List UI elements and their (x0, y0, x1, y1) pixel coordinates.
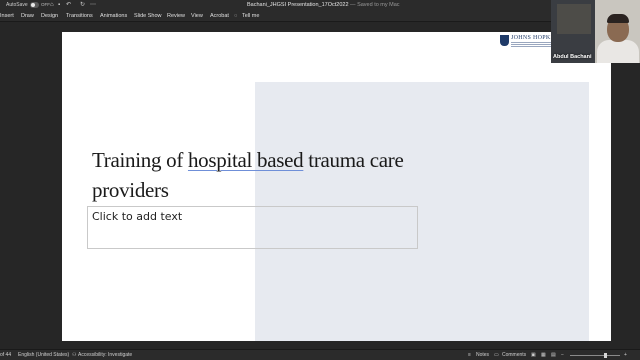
more-icon[interactable]: ⋯ (90, 1, 96, 9)
redo-icon[interactable]: ↻ (80, 1, 85, 9)
background-shelf (557, 4, 591, 34)
zoom-slider-thumb[interactable] (604, 353, 607, 358)
home-icon[interactable]: ⌂ (50, 1, 54, 9)
status-bar: of 44 English (United States) ⚇ Accessib… (0, 349, 640, 360)
zoom-out-icon[interactable]: − (561, 352, 564, 358)
title-underlined-text: hospital based (187, 148, 304, 172)
tab-insert[interactable]: Insert (0, 13, 14, 19)
participant-name: Abdul Bachani (553, 54, 592, 60)
accessibility-icon: ⚇ (72, 352, 77, 358)
text-placeholder[interactable]: Click to add text (87, 206, 418, 249)
document-status: — Saved to my Mac (348, 2, 400, 8)
notes-icon: ≡ (468, 352, 471, 358)
ribbon-tabs: Insert Draw Design Transitions Animation… (0, 11, 640, 22)
comments-icon: ▭ (494, 352, 499, 358)
undo-icon[interactable]: ↶ (66, 1, 71, 9)
autosave-state: OFF (41, 2, 50, 7)
autosave-toggle[interactable] (30, 2, 39, 8)
tab-draw[interactable]: Draw (21, 13, 34, 19)
zoom-slider[interactable] (570, 355, 620, 356)
tab-view[interactable]: View (191, 13, 203, 19)
tab-transitions[interactable]: Transitions (66, 13, 93, 19)
comments-button[interactable]: Comments (502, 352, 526, 358)
lightbulb-icon: ◌ (234, 13, 238, 19)
participant-body (597, 40, 639, 63)
normal-view-icon[interactable]: ▣ (531, 352, 536, 358)
slide-sorter-icon[interactable]: ▦ (541, 352, 546, 358)
title-bar: AutoSave OFF ⌂ ▪ ↶ ↻ ⋯ Bachani_JHGSI Pre… (0, 0, 640, 11)
slide-counter: of 44 (0, 352, 12, 358)
shield-icon (500, 35, 509, 46)
tab-animations[interactable]: Animations (100, 13, 127, 19)
save-icon[interactable]: ▪ (58, 1, 60, 9)
placeholder-text: Click to add text (92, 210, 183, 223)
tab-design[interactable]: Design (41, 13, 58, 19)
slide-canvas[interactable]: JOHNS HOPKINS Training of hospital based… (62, 32, 611, 341)
document-title: Bachani_JHGSI Presentation_17Oct2022 — S… (247, 2, 400, 8)
tab-tell-me[interactable]: Tell me (242, 13, 259, 19)
participant-hair (607, 14, 629, 23)
title-text-part1: Training of (92, 148, 188, 172)
video-tile[interactable]: Abdul Bachani (551, 0, 640, 63)
tab-acrobat[interactable]: Acrobat (210, 13, 229, 19)
tab-slide-show[interactable]: Slide Show (134, 13, 162, 19)
slide-title[interactable]: Training of hospital based trauma care p… (92, 145, 412, 205)
autosave-label: AutoSave (6, 2, 28, 8)
language-indicator[interactable]: English (United States) (18, 352, 69, 358)
reading-view-icon[interactable]: ▤ (551, 352, 556, 358)
tab-review[interactable]: Review (167, 13, 185, 19)
document-name: Bachani_JHGSI Presentation_17Oct2022 (247, 2, 349, 8)
notes-button[interactable]: Notes (476, 352, 489, 358)
accessibility-status[interactable]: Accessibility: Investigate (78, 352, 132, 358)
zoom-in-icon[interactable]: + (624, 352, 627, 358)
